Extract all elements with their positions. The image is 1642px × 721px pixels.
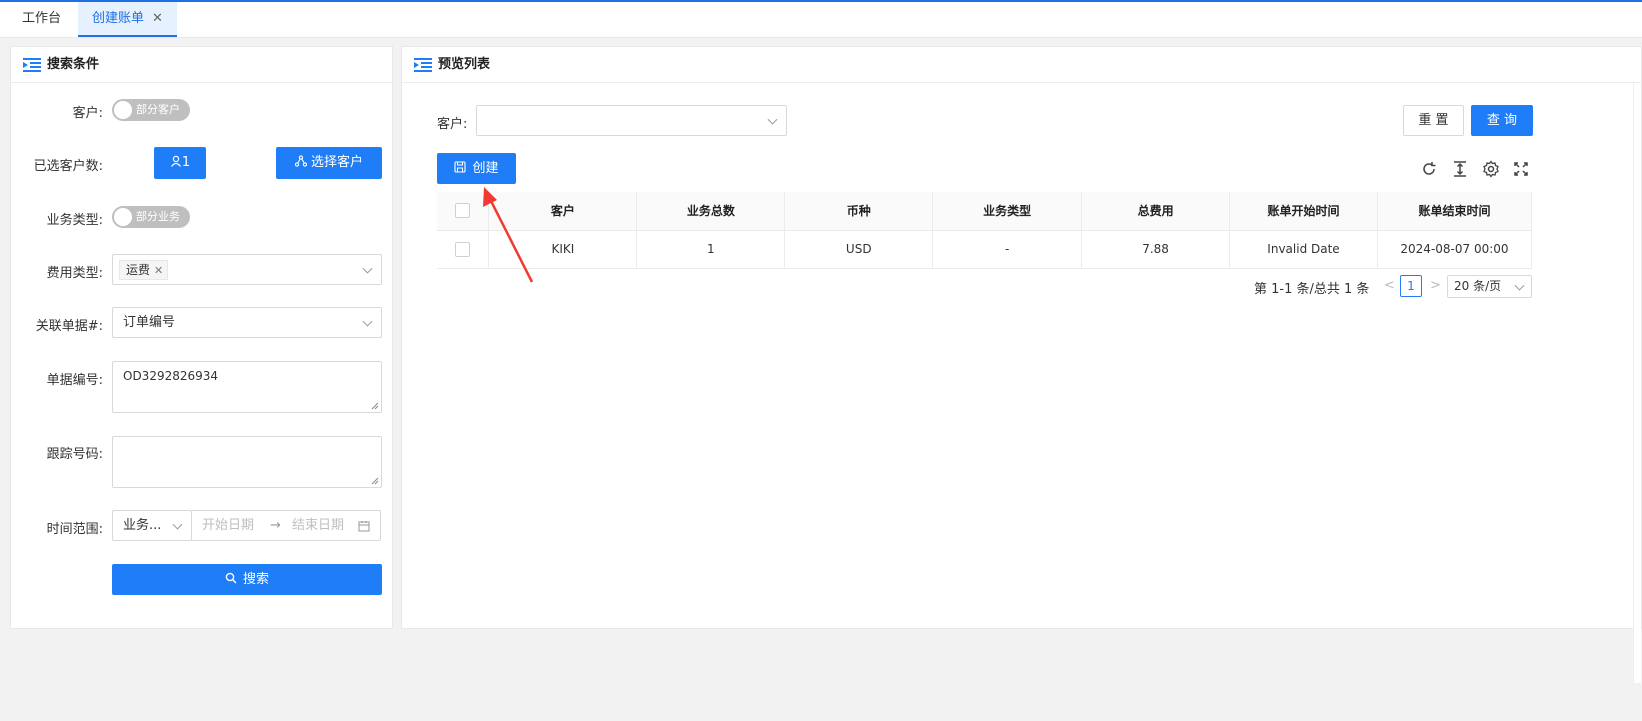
pagination-summary: 第 1-1 条/总共 1 条 (1254, 282, 1370, 297)
related-doc-select[interactable]: 订单编号 (112, 307, 382, 338)
column-header[interactable]: 账单开始时间 (1229, 192, 1378, 231)
business-type-label: 业务类型: (46, 213, 103, 228)
range-arrow-icon: → (270, 518, 281, 533)
preview-customer-label: 客户: (437, 117, 468, 132)
resize-handle-icon[interactable] (371, 477, 379, 485)
user-icon (170, 155, 181, 167)
save-icon (454, 161, 467, 173)
share-nodes-icon (294, 155, 308, 167)
preview-panel: 预览列表 客户: 重 置 查 询 创建 客户 业务总数 币种 业务类型 总费用 … (401, 46, 1642, 683)
search-icon (225, 572, 237, 584)
business-type-switch-label: 部分业务 (136, 210, 180, 223)
fee-type-label: 费用类型: (46, 266, 103, 281)
page-1-button[interactable]: 1 (1400, 275, 1422, 297)
chevron-down-icon (172, 519, 183, 530)
fee-type-select[interactable]: 运费 ✕ (112, 254, 382, 285)
end-date-input[interactable]: 结束日期 (292, 511, 344, 541)
select-customer-label: 选择客户 (310, 155, 363, 170)
selected-count-label: 已选客户数: (33, 159, 103, 174)
search-panel: 搜索条件 客户: 部分客户 已选客户数: 1 选择客户 业务类型: 部分业务 费… (10, 46, 393, 629)
create-button-label: 创建 (472, 161, 499, 176)
table-cell: USD (784, 230, 934, 269)
reset-button[interactable]: 重 置 (1403, 105, 1464, 136)
tab-workbench[interactable]: 工作台 (8, 2, 75, 37)
date-range-picker[interactable]: 开始日期 → 结束日期 (191, 510, 381, 541)
customer-switch[interactable]: 部分客户 (112, 99, 190, 121)
column-height-icon[interactable] (1451, 160, 1469, 178)
close-icon[interactable]: ✕ (152, 2, 163, 36)
column-header[interactable]: 账单结束时间 (1377, 192, 1533, 231)
related-doc-label: 关联单据#: (35, 319, 103, 334)
query-button[interactable]: 查 询 (1471, 105, 1533, 136)
select-customer-button[interactable]: 选择客户 (276, 147, 382, 179)
customer-label: 客户: (72, 106, 103, 121)
prev-page-icon[interactable]: < (1384, 278, 1395, 293)
preview-panel-title: 预览列表 (438, 57, 491, 72)
select-all-checkbox[interactable] (455, 203, 471, 219)
page-size-select[interactable]: 20 条/页 (1447, 275, 1532, 298)
column-header[interactable]: 总费用 (1081, 192, 1231, 231)
table-cell: 1 (636, 230, 786, 269)
chevron-down-icon (767, 114, 778, 125)
tag-close-icon[interactable]: ✕ (154, 264, 163, 277)
fee-type-tag-label: 运费 (126, 263, 151, 277)
tab-create-bill[interactable]: 创建账单 ✕ (78, 2, 177, 37)
tracking-label: 跟踪号码: (46, 447, 103, 462)
next-page-icon[interactable]: > (1430, 278, 1441, 293)
switch-knob (114, 101, 132, 119)
doc-number-value: OD3292826934 (123, 369, 219, 383)
switch-knob (114, 208, 132, 226)
vertical-scrollbar[interactable] (1633, 83, 1641, 683)
column-header[interactable]: 业务总数 (636, 192, 786, 231)
table-cell: - (932, 230, 1083, 269)
preview-table: 客户 业务总数 币种 业务类型 总费用 账单开始时间 账单结束时间 KIKI 1… (437, 192, 1533, 269)
resize-handle-icon[interactable] (371, 402, 379, 410)
table-row[interactable]: KIKI 1 USD - 7.88 Invalid Date 2024-08-0… (437, 230, 1533, 269)
tracking-textarea[interactable] (112, 436, 382, 488)
time-range-label: 时间范围: (46, 522, 103, 537)
related-doc-value: 订单编号 (123, 315, 176, 330)
fullscreen-icon[interactable] (1512, 160, 1530, 178)
search-button-label: 搜索 (242, 572, 269, 587)
menu-indent-icon (414, 58, 432, 72)
search-panel-title: 搜索条件 (47, 57, 100, 72)
preview-panel-header: 预览列表 (402, 47, 1641, 83)
calendar-icon (358, 521, 370, 532)
tab-workbench-label: 工作台 (22, 11, 62, 26)
menu-indent-icon (23, 58, 41, 72)
column-header[interactable]: 业务类型 (932, 192, 1083, 231)
annotation-arrow-icon (483, 187, 534, 283)
search-panel-header: 搜索条件 (11, 47, 392, 83)
chevron-down-icon (1514, 280, 1525, 291)
tab-create-bill-label: 创建账单 (92, 11, 145, 26)
search-button[interactable]: 搜索 (112, 564, 382, 595)
start-date-input[interactable]: 开始日期 (202, 511, 254, 541)
refresh-icon[interactable] (1420, 160, 1438, 178)
doc-number-label: 单据编号: (46, 373, 103, 388)
table-cell: 2024-08-07 00:00 (1377, 230, 1533, 269)
table-cell: Invalid Date (1229, 230, 1378, 269)
time-type-select[interactable]: 业务... (112, 510, 192, 541)
table-header-row: 客户 业务总数 币种 业务类型 总费用 账单开始时间 账单结束时间 (437, 192, 1533, 231)
page-size-value: 20 条/页 (1454, 279, 1502, 293)
gear-icon[interactable] (1482, 160, 1500, 178)
tab-bar: 工作台 创建账单 ✕ (0, 2, 1642, 38)
business-type-switch[interactable]: 部分业务 (112, 206, 190, 228)
fee-type-tag: 运费 ✕ (119, 260, 169, 280)
customer-switch-label: 部分客户 (136, 103, 180, 116)
chevron-down-icon (362, 316, 373, 327)
create-button[interactable]: 创建 (437, 153, 516, 184)
selected-customer-count-button[interactable]: 1 (154, 147, 206, 179)
column-header[interactable]: 币种 (784, 192, 934, 231)
time-type-value: 业务... (123, 518, 162, 533)
doc-number-textarea[interactable]: OD3292826934 (112, 361, 382, 413)
table-cell: 7.88 (1081, 230, 1231, 269)
chevron-down-icon (362, 263, 373, 274)
selected-count-value: 1 (181, 155, 191, 170)
preview-customer-select[interactable] (476, 105, 787, 136)
row-checkbox[interactable] (455, 241, 471, 257)
